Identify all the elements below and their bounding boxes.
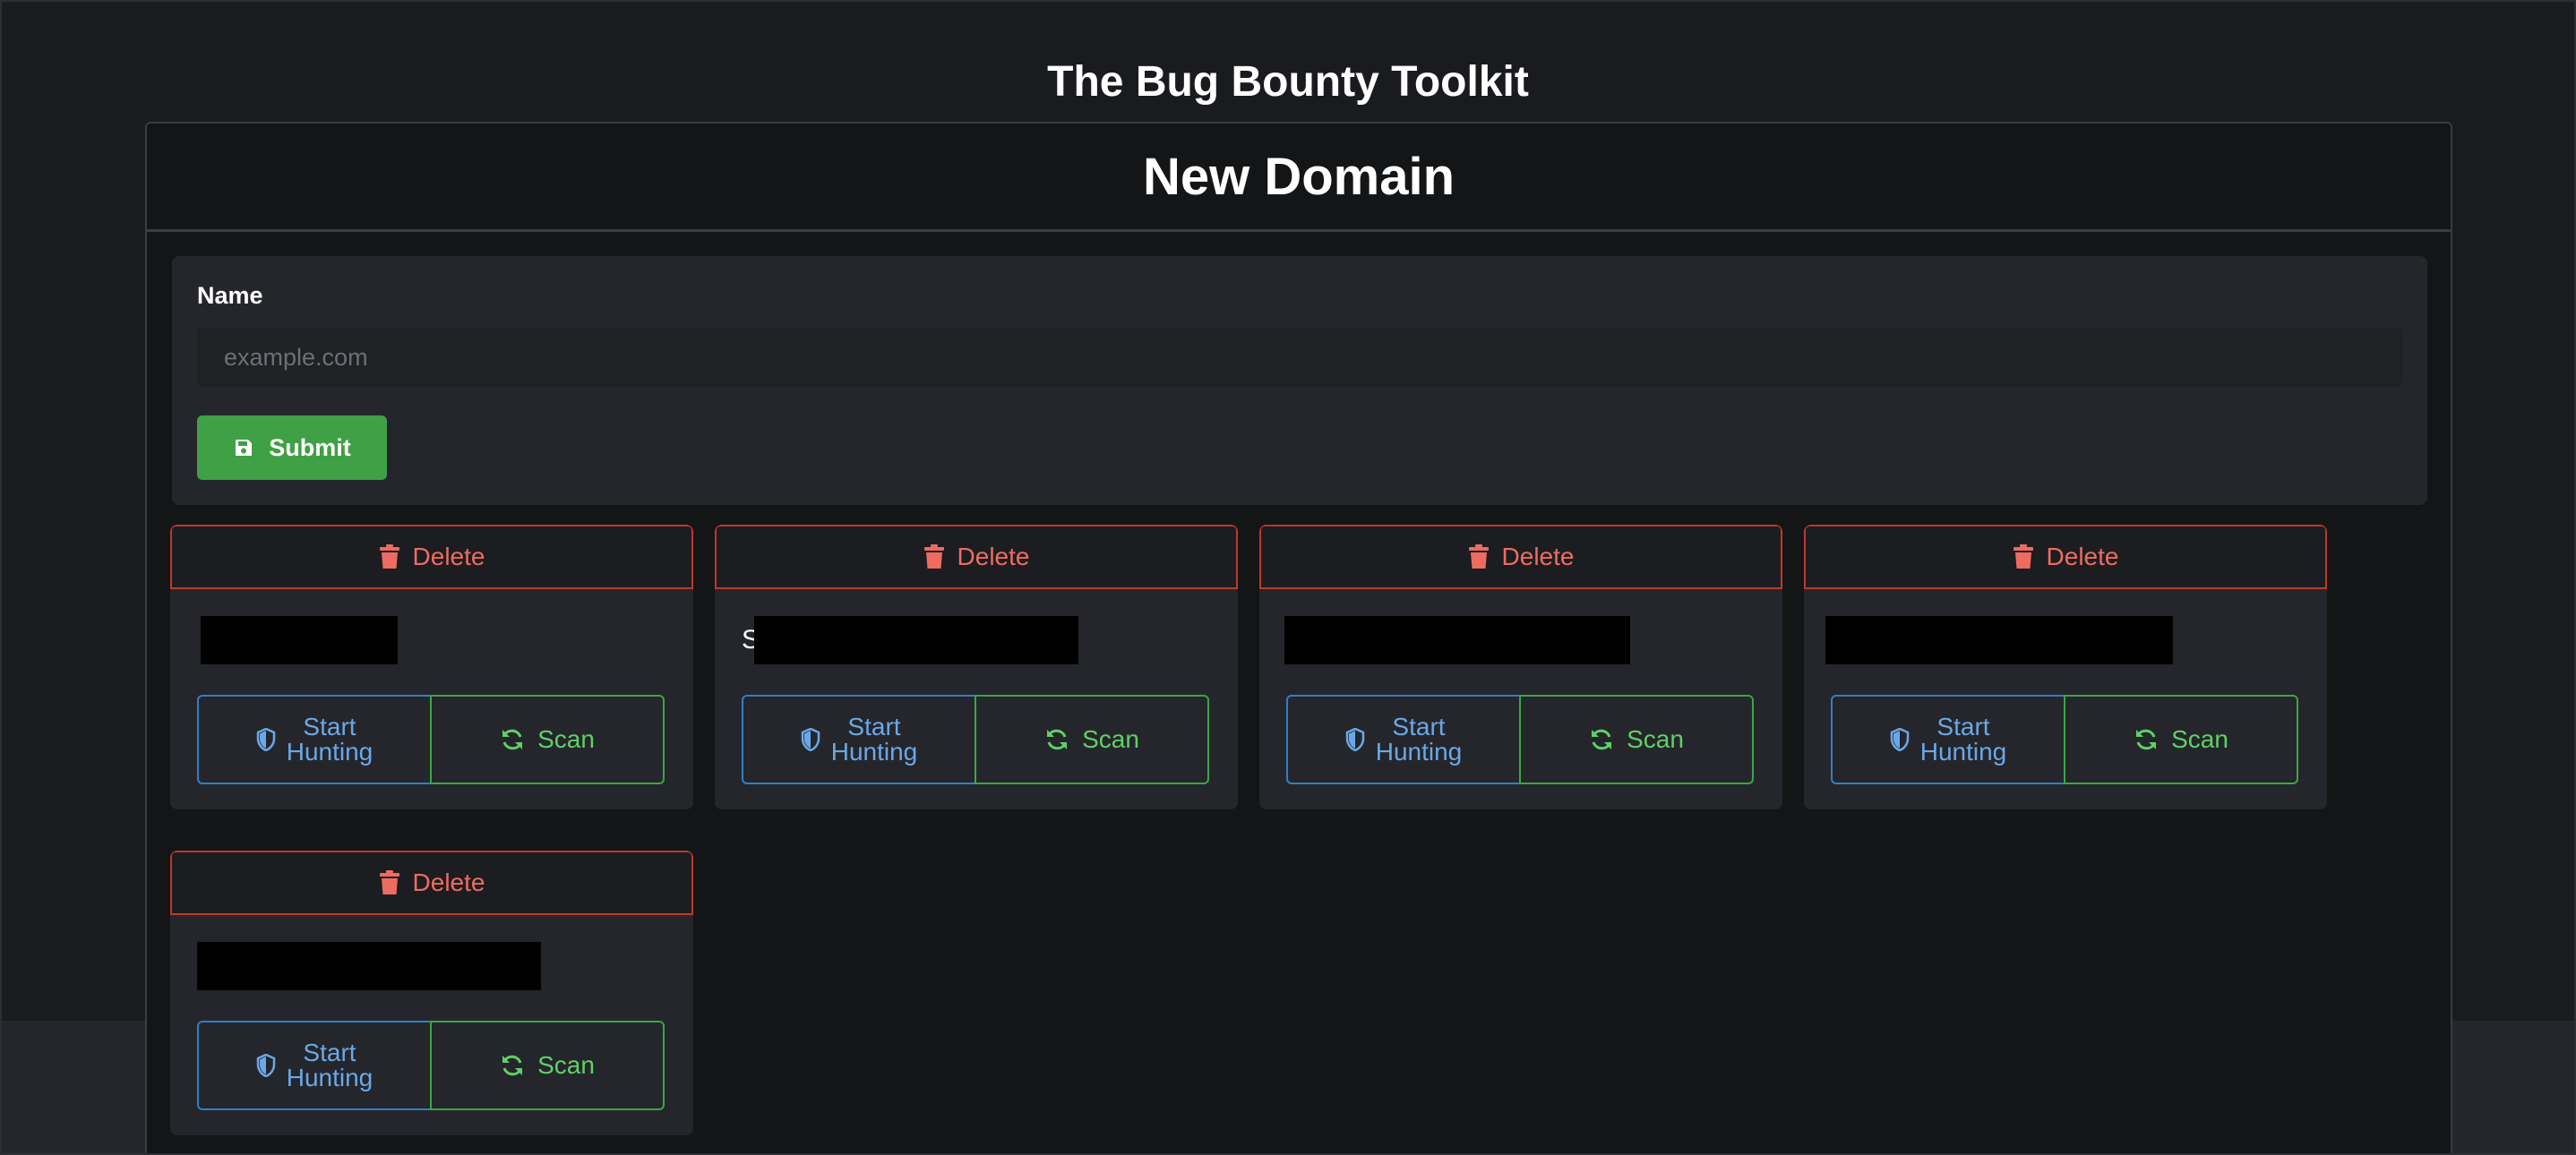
scan-button[interactable]: Scan [430,1021,665,1110]
panel-title: New Domain [1142,147,1455,206]
delete-label: Delete [1501,543,1575,570]
shield-icon [1345,728,1365,751]
domain-actions: Start Hunting Scan [742,695,1211,784]
trash-icon [2013,544,2034,569]
delete-label: Delete [2046,543,2119,570]
start-hunting-button[interactable]: Start Hunting [197,695,432,784]
start-hunting-label: Start Hunting [286,1039,374,1091]
panel-header: New Domain [147,124,2451,232]
refresh-icon [500,727,525,752]
trash-icon [1468,544,1490,569]
start-hunting-button[interactable]: Start Hunting [1831,695,2065,784]
domain-card: Delete Start Hunting Scan [170,525,693,809]
scan-label: Scan [1627,725,1684,753]
start-hunting-button[interactable]: Start Hunting [197,1021,432,1110]
scan-label: Scan [537,1051,595,1079]
refresh-icon [1589,727,1614,752]
domain-actions: Start Hunting Scan [1831,695,2300,784]
delete-button[interactable]: Delete [1804,525,2327,589]
refresh-icon [1044,727,1069,752]
scan-label: Scan [1082,725,1139,753]
new-domain-form: Name Submit [172,256,2427,505]
start-hunting-label: Start Hunting [830,713,918,766]
start-hunting-label: Start Hunting [1919,713,2007,766]
redacted-domain-name [201,616,398,664]
domain-actions: Start Hunting Scan [197,1021,666,1110]
redacted-domain-name [197,942,541,990]
domain-card: Delete e Start Hunting [170,851,693,1135]
delete-label: Delete [412,543,485,570]
refresh-icon [2134,727,2159,752]
start-hunting-label: Start Hunting [1375,713,1463,766]
redacted-domain-name [754,616,1078,664]
submit-label: Submit [269,433,351,461]
scan-label: Scan [537,725,595,753]
app-title: The Bug Bounty Toolkit [1047,58,1529,106]
shield-icon [256,1054,276,1077]
domain-card: Delete Start Hunting Scan [1259,525,1782,809]
name-label: Name [197,282,263,309]
delete-button[interactable]: Delete [170,525,693,589]
scan-button[interactable]: Scan [1519,695,1754,784]
delete-label: Delete [412,868,485,896]
delete-label: Delete [957,543,1030,570]
delete-button[interactable]: Delete [715,525,1238,589]
redacted-domain-name [1825,616,2173,664]
start-hunting-button[interactable]: Start Hunting [742,695,976,784]
start-hunting-label: Start Hunting [286,713,374,766]
domain-actions: Start Hunting Scan [197,695,666,784]
scan-button[interactable]: Scan [430,695,665,784]
refresh-icon [500,1053,525,1078]
new-domain-panel: New Domain Name Submit [145,122,2452,1155]
page: The Bug Bounty Toolkit New Domain Name S… [0,0,2576,1155]
shield-icon [256,728,276,751]
scan-label: Scan [2171,725,2228,753]
redacted-domain-name [1284,616,1630,664]
scan-button[interactable]: Scan [2064,695,2298,784]
shield-icon [801,728,820,751]
trash-icon [923,544,945,569]
domain-card: Delete Start Hunting Scan [1804,525,2327,809]
shield-icon [1890,728,1910,751]
domain-name-input[interactable] [197,328,2402,387]
trash-icon [379,544,400,569]
delete-button[interactable]: Delete [1259,525,1782,589]
delete-button[interactable]: Delete [170,851,693,915]
floppy-disk-icon [233,437,254,458]
submit-button[interactable]: Submit [197,415,387,480]
domain-card: Delete S Start Hunting Scan [715,525,1238,809]
scan-button[interactable]: Scan [975,695,1209,784]
domain-actions: Start Hunting Scan [1286,695,1756,784]
start-hunting-button[interactable]: Start Hunting [1286,695,1521,784]
trash-icon [379,870,400,895]
